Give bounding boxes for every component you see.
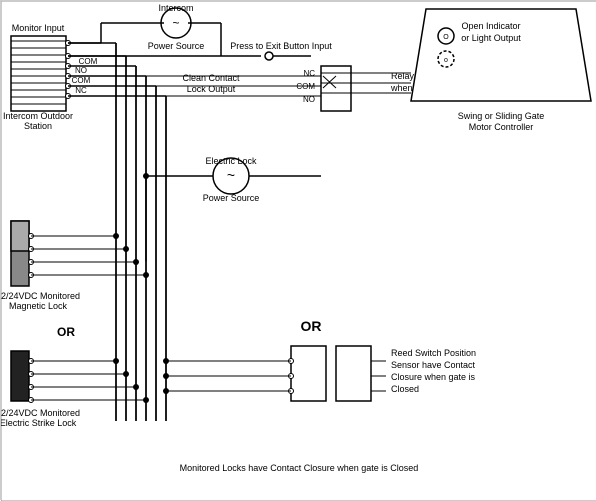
svg-text:Station: Station <box>24 121 52 131</box>
svg-text:~: ~ <box>172 16 179 30</box>
svg-text:Intercom Outdoor: Intercom Outdoor <box>3 111 73 121</box>
svg-text:Electric Lock: Electric Lock <box>205 156 257 166</box>
svg-text:Power Source: Power Source <box>148 41 205 51</box>
svg-text:or Light Output: or Light Output <box>461 33 521 43</box>
svg-text:Intercom: Intercom <box>158 3 193 13</box>
svg-text:Closed: Closed <box>391 384 419 394</box>
svg-text:12/24VDC Monitored: 12/24VDC Monitored <box>1 408 80 418</box>
svg-text:NC: NC <box>75 86 87 95</box>
svg-text:12/24VDC Monitored: 12/24VDC Monitored <box>1 291 80 301</box>
svg-text:Motor Controller: Motor Controller <box>469 122 534 132</box>
svg-text:OR: OR <box>301 318 322 334</box>
svg-text:O: O <box>443 34 449 41</box>
svg-text:NC: NC <box>303 69 315 78</box>
svg-text:Open Indicator: Open Indicator <box>461 21 520 31</box>
svg-text:~: ~ <box>227 167 235 183</box>
svg-text:COM: COM <box>72 76 91 85</box>
svg-text:Sensor have Contact: Sensor have Contact <box>391 360 476 370</box>
svg-text:Reed Switch Position: Reed Switch Position <box>391 348 476 358</box>
svg-text:NO: NO <box>75 66 87 75</box>
svg-text:Clean Contact: Clean Contact <box>182 73 240 83</box>
svg-text:NO: NO <box>303 95 315 104</box>
wiring-diagram: Monitor Input Intercom Outdoor Station ~… <box>0 0 596 500</box>
svg-text:Monitor Input: Monitor Input <box>12 23 65 33</box>
svg-text:Closure when gate is: Closure when gate is <box>391 372 476 382</box>
svg-text:Electric Strike Lock: Electric Strike Lock <box>1 418 77 428</box>
svg-text:OR: OR <box>57 325 75 339</box>
svg-text:COM: COM <box>296 82 315 91</box>
svg-text:Power Source: Power Source <box>203 193 260 203</box>
svg-text:o: o <box>444 57 448 64</box>
svg-text:Press to Exit Button Input: Press to Exit Button Input <box>230 41 332 51</box>
svg-text:COM: COM <box>79 57 98 66</box>
svg-text:Magnetic Lock: Magnetic Lock <box>9 301 68 311</box>
svg-text:Monitored Locks have Contact C: Monitored Locks have Contact Closure whe… <box>180 463 419 473</box>
svg-text:Swing or Sliding Gate: Swing or Sliding Gate <box>458 111 545 121</box>
